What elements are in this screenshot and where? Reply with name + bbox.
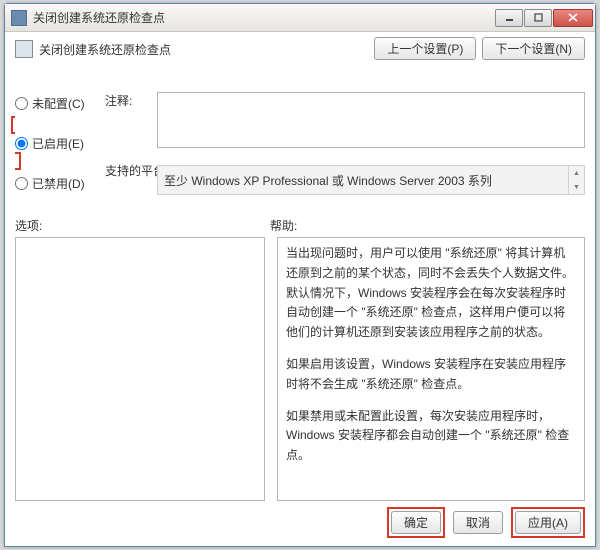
maximize-button[interactable] [524,9,552,27]
titlebar[interactable]: 关闭创建系统还原检查点 [5,4,595,32]
help-paragraph: 如果启用该设置，Windows 安装程序在安装应用程序时将不会生成 "系统还原"… [286,355,576,395]
help-pane[interactable]: 当出现问题时，用户可以使用 "系统还原" 将其计算机还原到之前的某个状态，同时不… [277,237,585,501]
radio-disabled[interactable]: 已禁用(D) [15,172,85,194]
window-title: 关闭创建系统还原检查点 [33,9,495,26]
app-icon [11,10,27,26]
highlight-apply: 应用(A) [511,507,585,538]
policy-icon [15,40,33,58]
state-radio-group: 未配置(C) 已启用(E) 已禁用(D) [15,92,85,198]
highlight-ok: 确定 [387,507,445,538]
chevron-up-icon[interactable]: ▲ [569,166,584,180]
platform-spinner[interactable]: ▲ ▼ [568,166,584,194]
platform-value: 至少 Windows XP Professional 或 Windows Ser… [164,172,492,189]
close-button[interactable] [553,9,593,27]
apply-button[interactable]: 应用(A) [515,511,581,534]
next-setting-button[interactable]: 下一个设置(N) [482,37,585,60]
content-area: 关闭创建系统还原检查点 上一个设置(P) 下一个设置(N) 未配置(C) 已启用… [5,32,595,546]
highlight-enabled: 已启用(E) [11,116,85,170]
help-label: 帮助: [270,217,297,234]
radio-not-configured-input[interactable] [15,97,28,110]
radio-enabled-label: 已启用(E) [32,135,84,152]
footer-buttons: 确定 取消 应用(A) [387,507,585,538]
chevron-down-icon[interactable]: ▼ [569,180,584,194]
prev-setting-button[interactable]: 上一个设置(P) [374,37,476,60]
platform-field: 至少 Windows XP Professional 或 Windows Ser… [157,165,585,195]
page-heading: 关闭创建系统还原检查点 [39,41,171,58]
radio-disabled-label: 已禁用(D) [32,175,85,192]
radio-enabled[interactable]: 已启用(E) [15,132,85,154]
help-paragraph: 如果禁用或未配置此设置，每次安装应用程序时，Windows 安装程序都会自动创建… [286,407,576,466]
dialog-window: 关闭创建系统还原检查点 关闭创建系统还原检查点 上一个设置(P) 下一个设置(N… [4,3,596,547]
platform-label: 支持的平台: [105,162,155,188]
ok-button[interactable]: 确定 [391,511,441,534]
comment-label: 注释: [105,92,155,118]
options-pane[interactable] [15,237,265,501]
help-paragraph: 当出现问题时，用户可以使用 "系统还原" 将其计算机还原到之前的某个状态，同时不… [286,244,576,343]
radio-not-configured-label: 未配置(C) [32,95,85,112]
radio-not-configured[interactable]: 未配置(C) [15,92,85,114]
cancel-button[interactable]: 取消 [453,511,503,534]
radio-disabled-input[interactable] [15,177,28,190]
minimize-button[interactable] [495,9,523,27]
comment-textarea[interactable] [157,92,585,148]
radio-enabled-input[interactable] [15,137,28,150]
options-label: 选项: [15,217,270,234]
